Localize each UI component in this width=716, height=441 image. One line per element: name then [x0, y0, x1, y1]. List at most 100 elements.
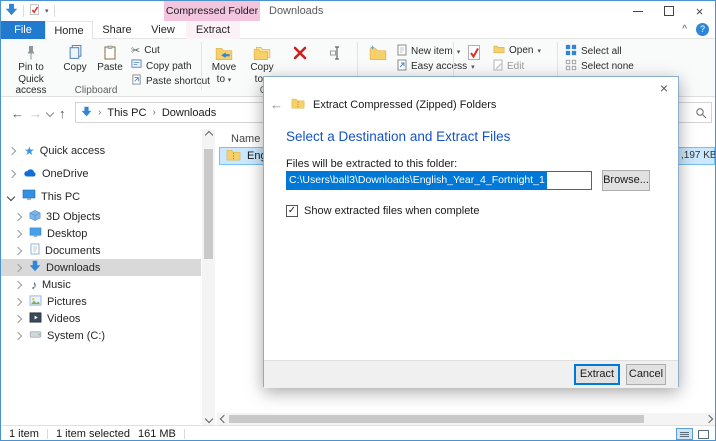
3d-objects-icon	[29, 209, 41, 225]
breadcrumb-downloads[interactable]: Downloads	[162, 107, 216, 119]
close-button[interactable]: ×	[684, 1, 715, 21]
scrollbar-thumb[interactable]	[229, 415, 644, 423]
new-folder-button[interactable]	[363, 41, 393, 61]
sidebar-item-this-pc[interactable]: This PC	[1, 188, 201, 205]
chevron-right-icon[interactable]	[13, 229, 23, 238]
search-icon	[696, 108, 707, 119]
copy-path-button[interactable]: Copy path	[131, 59, 192, 73]
chevron-right-icon[interactable]	[7, 146, 17, 155]
group-divider	[201, 42, 202, 90]
chevron-right-icon[interactable]	[13, 331, 23, 340]
copy-path-label: Copy path	[146, 60, 192, 72]
contextual-tab-header[interactable]: Compressed Folder Tools	[164, 1, 260, 37]
recent-locations-icon[interactable]	[45, 97, 55, 129]
properties-mini-icon[interactable]	[29, 3, 40, 19]
paste-label: Paste	[97, 62, 123, 73]
browse-button[interactable]: Browse...	[602, 170, 650, 191]
tab-home[interactable]: Home	[45, 21, 93, 39]
cut-button[interactable]: ✂ Cut	[131, 44, 160, 57]
properties-icon	[467, 41, 481, 61]
move-to-icon	[215, 41, 233, 61]
sidebar-item-system-c[interactable]: System (C:)	[1, 327, 201, 344]
paste-button[interactable]: Paste	[93, 41, 127, 74]
forward-button[interactable]: →	[29, 97, 42, 129]
sidebar-item-desktop[interactable]: Desktop	[1, 225, 201, 242]
easy-access-label: Easy access	[411, 61, 468, 72]
scroll-down-icon[interactable]	[202, 413, 215, 425]
select-all-button[interactable]: Select all	[565, 44, 622, 59]
tab-view[interactable]: View	[141, 21, 185, 39]
dialog-footer: Extract Cancel	[264, 360, 678, 388]
move-to-label: Move to ▾	[211, 62, 237, 85]
tab-file[interactable]: File	[1, 21, 45, 39]
sidebar-item-quick-access[interactable]: ★ Quick access	[1, 142, 201, 159]
column-header-name[interactable]: Name	[231, 133, 260, 145]
maximize-button[interactable]	[653, 1, 684, 21]
dialog-back-icon[interactable]: ←	[270, 97, 283, 112]
chevron-right-icon[interactable]	[13, 280, 23, 289]
new-item-button[interactable]: New item ▾	[397, 44, 460, 59]
scrollbar-thumb[interactable]	[204, 149, 213, 259]
sidebar-item-music[interactable]: ♪ Music	[1, 276, 201, 293]
back-button[interactable]: ←	[11, 97, 24, 129]
downloads-folder-icon	[5, 3, 18, 19]
sidebar-item-downloads[interactable]: Downloads	[1, 259, 201, 276]
open-button[interactable]: Open ▾	[493, 44, 541, 57]
cancel-button[interactable]: Cancel	[626, 364, 666, 385]
sidebar-item-videos[interactable]: Videos	[1, 310, 201, 327]
copy-icon	[68, 41, 83, 61]
view-toggle-buttons	[676, 428, 712, 440]
dialog-close-button[interactable]: ×	[660, 80, 668, 96]
tab-share[interactable]: Share	[93, 21, 141, 39]
sidebar-item-3d-objects[interactable]: 3D Objects	[1, 208, 201, 225]
breadcrumb-this-pc[interactable]: This PC	[107, 107, 146, 119]
tab-extract[interactable]: Extract	[186, 21, 240, 39]
desktop-icon	[29, 227, 42, 241]
edit-button[interactable]: Edit	[493, 59, 524, 74]
close-icon: ×	[695, 3, 704, 19]
open-label: Open	[509, 45, 534, 56]
easy-access-button[interactable]: Easy access ▾	[397, 59, 475, 74]
copy-label: Copy	[63, 62, 87, 73]
qat-dropdown-icon[interactable]: ▾	[45, 7, 49, 15]
qat-separator	[23, 5, 24, 17]
scroll-up-icon[interactable]	[202, 129, 215, 141]
chevron-right-icon[interactable]	[13, 314, 23, 323]
checkbox-checked-icon[interactable]: ✓	[286, 205, 298, 217]
chevron-right-icon[interactable]	[7, 169, 17, 178]
sidebar-scrollbar[interactable]	[202, 129, 215, 425]
delete-button[interactable]	[283, 41, 317, 61]
sidebar-item-documents[interactable]: Documents	[1, 242, 201, 259]
dropdown-caret-icon: ▾	[471, 63, 475, 71]
sidebar-item-onedrive[interactable]: OneDrive	[1, 165, 201, 182]
sidebar-item-pictures[interactable]: Pictures	[1, 293, 201, 310]
zip-folder-icon	[226, 148, 241, 164]
destination-path-input[interactable]: C:\Users\ball3\Downloads\English_Year_4_…	[286, 171, 592, 190]
properties-button[interactable]	[459, 41, 489, 61]
move-to-button[interactable]: Move to ▾	[207, 41, 241, 85]
chevron-right-icon[interactable]	[13, 212, 23, 221]
scroll-right-icon[interactable]	[702, 413, 715, 425]
copy-button[interactable]: Copy	[59, 41, 91, 74]
collapse-ribbon-icon[interactable]: ^	[682, 24, 687, 35]
show-files-checkbox-row[interactable]: ✓ Show extracted files when complete	[286, 205, 479, 217]
copy-path-icon	[131, 59, 142, 73]
new-item-icon	[397, 44, 407, 59]
help-icon[interactable]: ?	[696, 23, 709, 36]
onedrive-cloud-icon	[23, 168, 37, 180]
minimize-button[interactable]	[622, 1, 653, 21]
large-icons-view-button[interactable]	[695, 428, 712, 440]
chevron-down-icon[interactable]	[6, 192, 16, 201]
file-size-fragment: ,197 KB	[681, 150, 716, 161]
new-folder-icon	[369, 41, 387, 61]
details-view-button[interactable]	[676, 428, 693, 440]
chevron-right-icon[interactable]	[13, 297, 23, 306]
select-none-button[interactable]: Select none	[565, 59, 634, 74]
select-all-label: Select all	[581, 46, 622, 57]
horizontal-scrollbar[interactable]	[217, 413, 715, 425]
extract-button[interactable]: Extract	[574, 364, 620, 385]
rename-button[interactable]	[321, 41, 353, 61]
chevron-right-icon[interactable]	[13, 246, 23, 255]
up-button[interactable]: ↑	[59, 97, 66, 129]
chevron-right-icon[interactable]	[13, 263, 23, 272]
